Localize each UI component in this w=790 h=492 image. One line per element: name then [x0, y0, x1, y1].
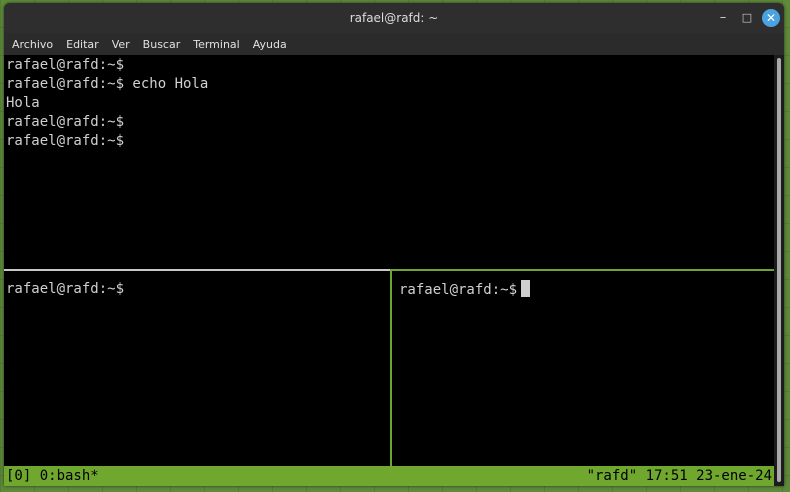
pane-top[interactable]: rafael@rafd:~$ rafael@rafd:~$ echo Hola … [6, 56, 770, 268]
terminal-line: rafael@rafd:~$ [6, 133, 125, 149]
scrollbar[interactable] [774, 55, 784, 486]
terminal-window: rafael@rafd: ~ – □ ✕ Archivo Editar Ver … [4, 3, 784, 486]
minimize-button[interactable]: – [714, 9, 732, 27]
pane-bottom-left[interactable]: rafael@rafd:~$ [6, 280, 386, 299]
maximize-button[interactable]: □ [738, 9, 756, 27]
tmux-status-bar: [0] 0:bash* "rafd" 17:51 23-ene-24 [4, 466, 774, 486]
menu-buscar[interactable]: Buscar [143, 38, 181, 51]
scrollbar-thumb[interactable] [777, 58, 781, 482]
terminal-line: rafael@rafd:~$ [6, 281, 125, 297]
terminal-line: rafael@rafd:~$ echo Hola [6, 76, 209, 92]
menu-editar[interactable]: Editar [66, 38, 99, 51]
menu-ver[interactable]: Ver [112, 38, 130, 51]
close-button[interactable]: ✕ [762, 9, 780, 27]
window-title: rafael@rafd: ~ [349, 11, 439, 25]
menu-terminal[interactable]: Terminal [193, 38, 240, 51]
terminal-area[interactable]: rafael@rafd:~$ rafael@rafd:~$ echo Hola … [4, 55, 774, 486]
pane-bottom-right[interactable]: rafael@rafd:~$ [399, 280, 769, 299]
terminal-line: rafael@rafd:~$ [6, 114, 125, 130]
title-bar: rafael@rafd: ~ – □ ✕ [4, 3, 784, 33]
terminal-line-active: rafael@rafd:~$ [399, 280, 769, 299]
terminal-line: rafael@rafd:~$ [6, 57, 125, 73]
menu-bar: Archivo Editar Ver Buscar Terminal Ayuda [4, 33, 784, 55]
text-cursor [521, 280, 531, 297]
pane-divider-vertical[interactable] [390, 271, 392, 466]
pane-divider-horizontal[interactable] [4, 269, 390, 271]
status-host-time: "rafd" 17:51 23-ene-24 [586, 468, 772, 484]
menu-archivo[interactable]: Archivo [12, 38, 53, 51]
prompt: rafael@rafd:~$ [399, 282, 518, 298]
terminal-line: Hola [6, 95, 40, 111]
pane-divider-horizontal-active[interactable] [390, 269, 774, 271]
status-window-list[interactable]: [0] 0:bash* [6, 466, 99, 486]
menu-ayuda[interactable]: Ayuda [253, 38, 287, 51]
